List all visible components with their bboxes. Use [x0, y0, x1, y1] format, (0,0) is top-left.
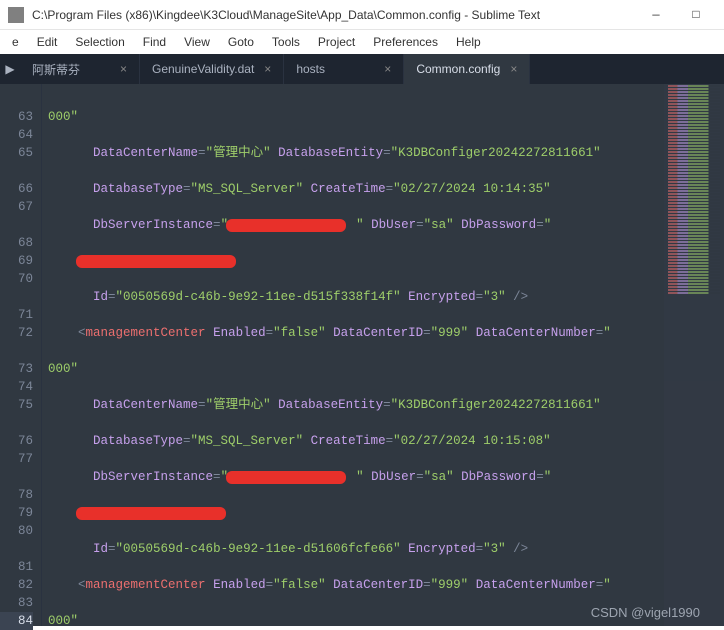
code-line: <managementCenter Enabled="false" DataCe…: [48, 324, 724, 342]
line-number: 75: [0, 396, 33, 414]
line-number: 84: [0, 612, 33, 630]
menu-view[interactable]: View: [176, 33, 218, 51]
code-line: Id="0050569d-c46b-9e92-11ee-d51606fcfe66…: [48, 540, 724, 558]
menu-bar: e Edit Selection Find View Goto Tools Pr…: [0, 30, 724, 54]
menu-project[interactable]: Project: [310, 33, 363, 51]
code-line: [48, 252, 724, 270]
editor-area[interactable]: 63 64 65 66 67 68 69 70 71 72 73 74 75 7…: [0, 84, 724, 626]
line-gutter: 63 64 65 66 67 68 69 70 71 72 73 74 75 7…: [0, 84, 42, 626]
menu-file[interactable]: e: [4, 33, 27, 51]
line-number: 76: [0, 432, 33, 450]
code-content[interactable]: 000" DataCenterName="管理中心" DatabaseEntit…: [42, 84, 724, 626]
menu-goto[interactable]: Goto: [220, 33, 262, 51]
line-number: 71: [0, 306, 33, 324]
title-bar: C:\Program Files (x86)\Kingdee\K3Cloud\M…: [0, 0, 724, 30]
menu-preferences[interactable]: Preferences: [365, 33, 446, 51]
tab-3[interactable]: Common.config ×: [404, 54, 530, 84]
code-line: 000": [48, 612, 724, 626]
code-line: DataCenterName="管理中心" DatabaseEntity="K3…: [48, 144, 724, 162]
tab-2[interactable]: hosts ×: [284, 54, 404, 84]
app-icon: [8, 7, 24, 23]
maximize-button[interactable]: □: [676, 1, 716, 29]
line-number: 77: [0, 450, 33, 468]
line-number: 65: [0, 144, 33, 162]
line-number: 81: [0, 558, 33, 576]
line-number: 83: [0, 594, 33, 612]
menu-edit[interactable]: Edit: [29, 33, 66, 51]
line-number: 73: [0, 360, 33, 378]
code-line: [48, 504, 724, 522]
line-number: [0, 540, 33, 558]
line-number: 82: [0, 576, 33, 594]
code-line: DatabaseType="MS_SQL_Server" CreateTime=…: [48, 432, 724, 450]
redaction: [226, 219, 346, 232]
play-icon[interactable]: ▶: [0, 54, 20, 84]
tab-label: 阿斯蒂芬: [32, 61, 80, 78]
code-line: 000": [48, 360, 724, 378]
code-line: 000": [48, 108, 724, 126]
redaction: [226, 471, 346, 484]
code-line: DbServerInstance="" DbUser="sa" DbPasswo…: [48, 216, 724, 234]
line-number: [0, 468, 33, 486]
window-title: C:\Program Files (x86)\Kingdee\K3Cloud\M…: [32, 8, 636, 22]
line-number: 72: [0, 324, 33, 342]
tab-0[interactable]: 阿斯蒂芬 ×: [20, 54, 140, 84]
close-icon[interactable]: ×: [264, 62, 271, 76]
line-number: 64: [0, 126, 33, 144]
redaction: [76, 507, 226, 520]
line-number: [0, 216, 33, 234]
line-number: 67: [0, 198, 33, 216]
line-number: [0, 288, 33, 306]
tab-1[interactable]: GenuineValidity.dat ×: [140, 54, 284, 84]
line-number: 70: [0, 270, 33, 288]
tab-label: Common.config: [416, 62, 500, 76]
menu-help[interactable]: Help: [448, 33, 489, 51]
line-number: 74: [0, 378, 33, 396]
line-number: [0, 90, 33, 108]
redaction: [76, 255, 236, 268]
minimize-button[interactable]: —: [636, 1, 676, 29]
code-line: DatabaseType="MS_SQL_Server" CreateTime=…: [48, 180, 724, 198]
line-number: [0, 414, 33, 432]
line-number: 78: [0, 486, 33, 504]
menu-tools[interactable]: Tools: [264, 33, 308, 51]
line-number: 80: [0, 522, 33, 540]
menu-selection[interactable]: Selection: [67, 33, 132, 51]
tab-label: hosts: [296, 62, 325, 76]
line-number: [0, 162, 33, 180]
code-line: DataCenterName="管理中心" DatabaseEntity="K3…: [48, 396, 724, 414]
line-number: 79: [0, 504, 33, 522]
menu-find[interactable]: Find: [135, 33, 174, 51]
line-number: 63: [0, 108, 33, 126]
code-line: DbServerInstance="" DbUser="sa" DbPasswo…: [48, 468, 724, 486]
tabs-bar: ▶ 阿斯蒂芬 × GenuineValidity.dat × hosts × Comm…: [0, 54, 724, 84]
close-icon[interactable]: ×: [384, 62, 391, 76]
close-icon[interactable]: ×: [510, 62, 517, 76]
line-number: [0, 342, 33, 360]
close-icon[interactable]: ×: [120, 62, 127, 76]
line-number: 66: [0, 180, 33, 198]
tab-label: GenuineValidity.dat: [152, 62, 254, 76]
line-number: 69: [0, 252, 33, 270]
code-line: <managementCenter Enabled="false" DataCe…: [48, 576, 724, 594]
code-line: Id="0050569d-c46b-9e92-11ee-d515f338f14f…: [48, 288, 724, 306]
minimap[interactable]: [664, 84, 724, 626]
line-number: 68: [0, 234, 33, 252]
